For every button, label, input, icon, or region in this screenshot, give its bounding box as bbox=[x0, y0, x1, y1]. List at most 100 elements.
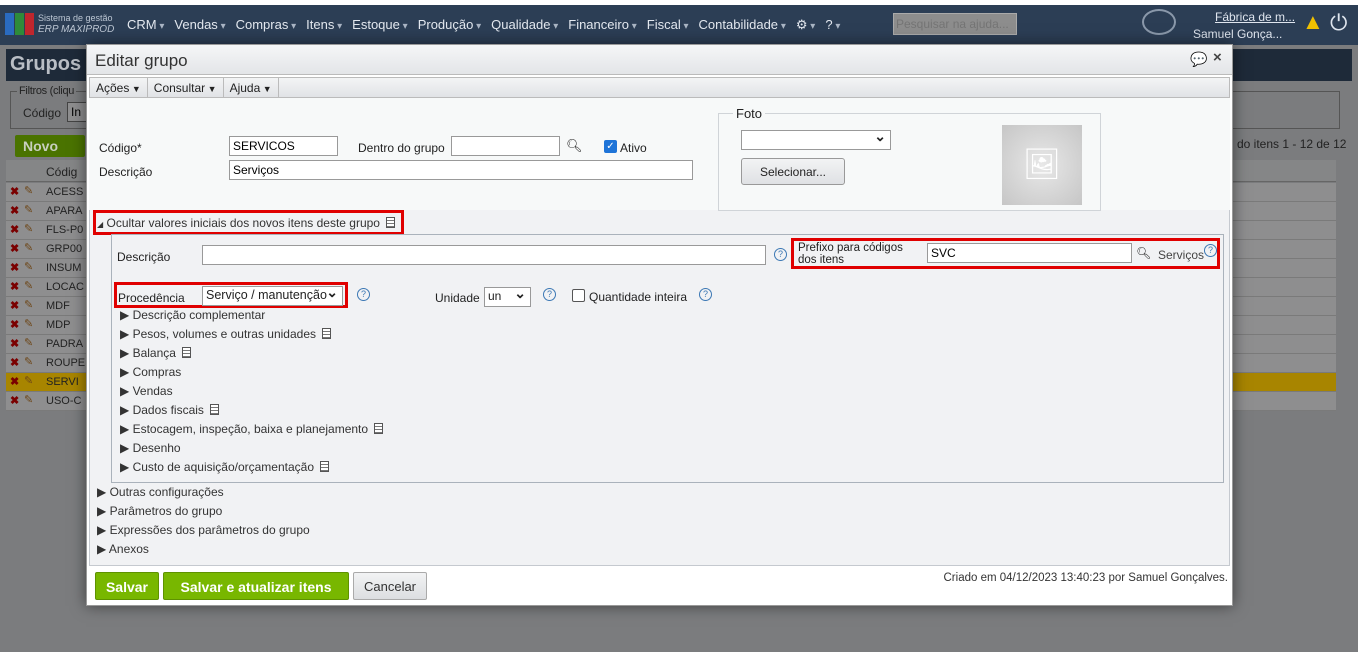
edit-icon: ✎ bbox=[24, 242, 34, 254]
active-label: Ativo bbox=[620, 141, 647, 155]
menu-vendas[interactable]: Vendas bbox=[174, 17, 225, 32]
menu-qualidade[interactable]: Qualidade bbox=[491, 17, 558, 32]
menu-compras[interactable]: Compras bbox=[236, 17, 297, 32]
help-icon[interactable]: ? bbox=[699, 288, 712, 301]
notes-icon bbox=[181, 347, 191, 358]
code-input[interactable] bbox=[229, 136, 338, 156]
photo-fieldset: Foto Selecionar... 🖼︎ bbox=[718, 106, 1101, 211]
user-menu[interactable]: Samuel Gonça... bbox=[1193, 27, 1282, 41]
parent-group-label: Dentro do grupo bbox=[358, 141, 445, 155]
menu-itens[interactable]: Itens bbox=[306, 17, 342, 32]
notes-icon bbox=[385, 217, 395, 228]
help-icon[interactable]: ? bbox=[1204, 244, 1217, 257]
section-outras-configuracoes[interactable]: ▶ Outras configurações bbox=[97, 485, 224, 499]
menu-crm[interactable]: CRM bbox=[127, 17, 164, 32]
menu-consultar[interactable]: Consultar bbox=[148, 78, 224, 98]
save-and-update-button[interactable]: Salvar e atualizar itens bbox=[163, 572, 349, 600]
column-header-code[interactable]: Códig bbox=[46, 165, 77, 179]
section-pesos-volumes[interactable]: ▶ Pesos, volumes e outras unidades bbox=[120, 327, 332, 341]
section-compras[interactable]: ▶ Compras bbox=[120, 365, 181, 379]
parent-group-input[interactable] bbox=[451, 136, 560, 156]
menu-fiscal[interactable]: Fiscal bbox=[647, 17, 689, 32]
help-icon[interactable]: ? bbox=[543, 288, 556, 301]
help-icon[interactable]: ? bbox=[357, 288, 370, 301]
edit-icon: ✎ bbox=[24, 223, 34, 235]
edit-icon: ✎ bbox=[24, 375, 34, 387]
help-menu-icon[interactable]: ? bbox=[825, 17, 840, 32]
description-input[interactable] bbox=[229, 160, 693, 180]
dialog-title: Editar grupo bbox=[87, 45, 1232, 75]
created-info: Criado em 04/12/2023 13:40:23 por Samuel… bbox=[943, 572, 1229, 584]
comment-icon[interactable]: 💬 bbox=[1190, 51, 1207, 68]
notes-icon bbox=[320, 461, 330, 472]
section-balanca[interactable]: ▶ Balança bbox=[120, 346, 191, 360]
section-dados-fiscais[interactable]: ▶ Dados fiscais bbox=[120, 403, 219, 417]
menu-financeiro[interactable]: Financeiro bbox=[568, 17, 637, 32]
search-icon[interactable]: 🔍︎ bbox=[566, 138, 583, 154]
chat-icon[interactable] bbox=[1142, 9, 1176, 35]
edit-icon: ✎ bbox=[24, 261, 34, 273]
company-link[interactable]: Fábrica de m... bbox=[1215, 10, 1295, 24]
edit-icon: ✎ bbox=[24, 204, 34, 216]
close-icon[interactable]: × bbox=[1213, 49, 1222, 66]
section-desenho[interactable]: ▶ Desenho bbox=[120, 441, 181, 455]
system-label: Sistema de gestão bbox=[38, 13, 113, 23]
menu-estoque[interactable]: Estoque bbox=[352, 17, 408, 32]
prefix-label: Prefixo para códigos dos itens bbox=[798, 242, 903, 266]
section-parametros[interactable]: ▶ Parâmetros do grupo bbox=[97, 504, 222, 518]
menu-contabilidade[interactable]: Contabilidade bbox=[699, 17, 786, 32]
edit-icon: ✎ bbox=[24, 394, 34, 406]
menu-producao[interactable]: Produção bbox=[418, 17, 481, 32]
dialog-menubar: AçõesConsultarAjuda bbox=[89, 77, 1230, 98]
edit-icon: ✎ bbox=[24, 337, 34, 349]
section-estocagem[interactable]: ▶ Estocagem, inspeção, baixa e planejame… bbox=[120, 422, 384, 436]
origin-select[interactable]: Serviço / manutenção bbox=[202, 284, 343, 306]
photo-placeholder-icon: 🖼︎ bbox=[1002, 125, 1082, 205]
new-button[interactable]: Novo bbox=[15, 135, 85, 157]
filter-label: Código bbox=[23, 106, 62, 120]
top-navbar: Sistema de gestão ERP MAXIPROD CRM Vendas… bbox=[0, 5, 1358, 45]
filters-legend: Filtros (cliqu bbox=[17, 85, 77, 97]
dialog-title-text: Editar grupo bbox=[95, 51, 188, 70]
system-name: ERP MAXIPROD bbox=[38, 24, 115, 35]
edit-icon: ✎ bbox=[24, 356, 34, 368]
edit-icon: ✎ bbox=[24, 318, 34, 330]
help-icon[interactable]: ? bbox=[774, 248, 787, 261]
cancel-button[interactable]: Cancelar bbox=[353, 572, 427, 600]
inner-description-label: Descrição bbox=[117, 250, 171, 264]
photo-select[interactable] bbox=[741, 128, 891, 150]
power-icon[interactable]: ⏻ bbox=[1330, 10, 1347, 36]
paging-info: do itens 1 - 12 de 12 bbox=[1237, 137, 1347, 151]
description-label: Descrição bbox=[99, 165, 153, 179]
code-label: Código* bbox=[99, 141, 142, 155]
save-button[interactable]: Salvar bbox=[95, 572, 159, 600]
integer-quantity-label: Quantidade inteira bbox=[589, 290, 688, 304]
edit-group-dialog: Editar grupo 💬 × AçõesConsultarAjuda Cód… bbox=[86, 44, 1233, 606]
section-descricao-complementar[interactable]: ▶ Descrição complementar bbox=[120, 308, 265, 322]
hide-initial-values-toggle[interactable]: ◢ Ocultar valores iniciais dos novos ite… bbox=[97, 216, 395, 230]
search-icon[interactable]: 🔍︎ bbox=[1136, 246, 1151, 260]
notes-icon bbox=[374, 423, 384, 434]
notes-icon bbox=[322, 328, 332, 339]
active-checkbox[interactable]: ✓ bbox=[604, 140, 617, 153]
section-expressoes[interactable]: ▶ Expressões dos parâmetros do grupo bbox=[97, 523, 310, 537]
unit-label: Unidade bbox=[435, 291, 480, 305]
initial-values-panel bbox=[111, 234, 1224, 483]
menu-acoes[interactable]: Ações bbox=[90, 78, 148, 98]
warning-icon[interactable]: ▲ bbox=[1302, 9, 1324, 35]
notes-icon bbox=[209, 404, 219, 415]
section-custo-aquisicao[interactable]: ▶ Custo de aquisição/orçamentação bbox=[120, 460, 330, 474]
gear-icon[interactable]: ⚙ bbox=[796, 17, 815, 32]
integer-quantity-checkbox[interactable] bbox=[572, 289, 585, 302]
help-search-input[interactable] bbox=[893, 13, 1017, 35]
select-photo-button[interactable]: Selecionar... bbox=[741, 158, 845, 185]
inner-description-input[interactable] bbox=[202, 245, 766, 265]
prefix-input[interactable] bbox=[927, 243, 1132, 263]
section-anexos[interactable]: ▶ Anexos bbox=[97, 542, 149, 556]
menu-ajuda[interactable]: Ajuda bbox=[224, 78, 279, 98]
edit-icon: ✎ bbox=[24, 185, 34, 197]
section-vendas[interactable]: ▶ Vendas bbox=[120, 384, 173, 398]
main-menu: CRM Vendas Compras Itens Estoque Produção Qual… bbox=[127, 17, 850, 33]
photo-legend: Foto bbox=[733, 106, 766, 121]
unit-select[interactable]: un bbox=[484, 285, 531, 307]
